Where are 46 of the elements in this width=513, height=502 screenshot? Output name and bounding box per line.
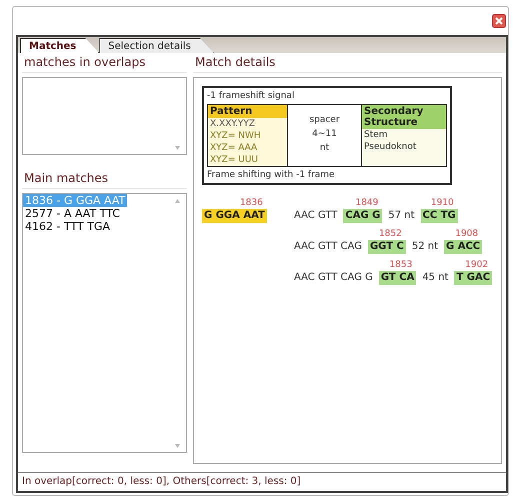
spacer-text: 4~11 xyxy=(311,128,338,141)
section-heading: matches in overlaps xyxy=(22,53,187,73)
scroll-arrow-icon[interactable] xyxy=(175,444,180,448)
scroll-arrow-icon[interactable] xyxy=(175,146,180,150)
list-item[interactable]: 4162 - TTT TGA xyxy=(23,220,112,233)
card-footer: Frame shifting with -1 frame xyxy=(207,169,447,181)
highlighted-sequence: CC TG xyxy=(420,209,458,223)
highlighted-sequence: G ACC xyxy=(444,240,482,254)
tab[interactable]: Matches xyxy=(20,38,100,53)
pattern-text: XYZ= AAA xyxy=(209,142,258,154)
spacer-text: nt xyxy=(318,142,330,155)
pattern-text: XYZ= NWH xyxy=(209,130,262,142)
position-number: 1853 xyxy=(389,259,414,271)
sequence-text: AAC GTT CAG G xyxy=(293,271,374,285)
sequence-text: 57 nt xyxy=(387,209,416,223)
sequence-text: 52 nt xyxy=(410,240,440,254)
column-header: Secondary Structure xyxy=(362,105,446,129)
position-number: 1849 xyxy=(355,197,380,209)
position-number: 1852 xyxy=(378,228,403,240)
structure-text: Stem xyxy=(363,129,389,141)
highlighted-sequence: T GAC xyxy=(454,271,492,285)
highlighted-sequence: G GGA AAT xyxy=(202,209,267,223)
position-number: 1902 xyxy=(465,259,490,271)
tab[interactable]: Selection details xyxy=(99,38,214,53)
section-heading: Main matches xyxy=(22,169,187,189)
card-title: -1 frameshift signal xyxy=(207,90,296,102)
highlighted-sequence: CAG G xyxy=(343,209,382,223)
structure-text: Pseudoknot xyxy=(363,141,418,153)
position-number: 1908 xyxy=(455,228,480,240)
position-number: 1836 xyxy=(240,197,264,209)
close-icon[interactable] xyxy=(492,14,506,28)
overlaps-list[interactable] xyxy=(22,77,187,155)
column-header: Pattern xyxy=(208,105,287,118)
position-number: 1910 xyxy=(430,197,455,209)
pattern-text: X.XXY.YYZ xyxy=(209,118,256,130)
status-bar: In overlap[correct: 0, less: 0], Others[correct: 3, less: 0] xyxy=(18,472,506,491)
sequence-text: AAC GTT CAG xyxy=(293,240,363,254)
highlighted-sequence: GT CA xyxy=(378,271,416,285)
list-item[interactable]: 2577 - A AAT TTC xyxy=(23,207,122,220)
scroll-arrow-icon[interactable] xyxy=(175,199,180,203)
spacer-text: spacer xyxy=(308,114,341,127)
sequence-text: AAC GTT xyxy=(293,209,338,223)
pattern-text: XYZ= UUU xyxy=(209,154,259,166)
section-heading: Match details xyxy=(193,53,502,73)
highlighted-sequence: GGT C xyxy=(368,240,406,254)
sequence-text: 45 nt xyxy=(421,271,450,285)
